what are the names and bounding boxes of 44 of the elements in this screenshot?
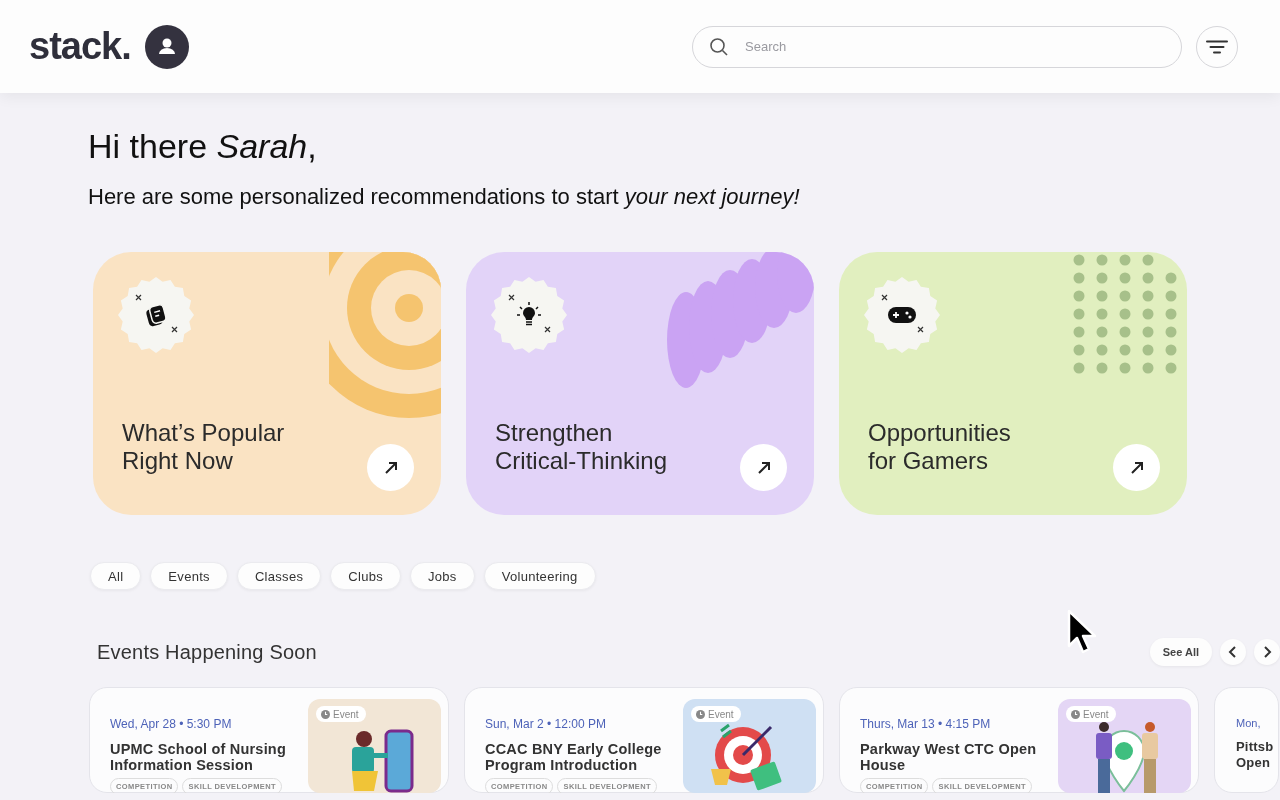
event-card[interactable]: Mon, Pittsb Open — [1214, 687, 1279, 793]
event-title: CCAC BNY Early College Program Introduction — [485, 741, 663, 773]
logo: stack. — [29, 25, 131, 68]
recommendation-title: What’s Popular Right Now — [122, 419, 285, 475]
filter-chip[interactable]: Jobs — [410, 562, 475, 590]
chevron-right-icon — [1262, 646, 1272, 658]
filter-chip[interactable]: Clubs — [330, 562, 401, 590]
event-badge: Event — [1066, 706, 1116, 722]
recommendation-card[interactable]: What’s Popular Right Now — [93, 252, 441, 515]
greeting-heading: Hi there Sarah, — [88, 127, 318, 166]
event-date: Mon, — [1236, 717, 1262, 729]
cards-icon — [118, 277, 194, 353]
see-all-button[interactable]: See All — [1149, 638, 1212, 666]
open-button[interactable] — [740, 444, 787, 491]
search-icon — [709, 36, 729, 57]
recommendation-title: Opportunities for Gamers — [868, 419, 1011, 475]
recommendation-title: Strengthen Critical-Thinking — [495, 419, 668, 475]
filter-chip[interactable]: Classes — [236, 562, 322, 590]
event-date: Sun, Mar 2 • 12:00 PM — [485, 717, 607, 731]
recommendation-card[interactable]: Opportunities for Gamers — [839, 252, 1187, 515]
event-title: Pittsb Open — [1236, 739, 1275, 771]
next-button[interactable] — [1254, 639, 1280, 665]
filter-button[interactable] — [1196, 25, 1238, 68]
chevron-left-icon — [1228, 646, 1238, 658]
filter-chip[interactable]: All — [90, 562, 142, 590]
filter-chip[interactable]: Events — [150, 562, 228, 590]
event-title: Parkway West CTC Open House — [860, 741, 1038, 773]
open-button[interactable] — [367, 444, 414, 491]
section-heading: Events Happening Soon — [97, 640, 318, 664]
filter-icon — [1206, 39, 1228, 54]
event-badge: Event — [691, 706, 741, 722]
event-date: Thurs, Mar 13 • 4:15 PM — [860, 717, 992, 731]
search-field[interactable]: Search — [692, 25, 1182, 68]
greeting-subtitle: Here are some personalized recommendations to start your next journey! — [88, 184, 801, 210]
event-badge: Event — [316, 706, 366, 722]
event-date: Wed, Apr 28 • 5:30 PM — [110, 717, 233, 731]
previous-button[interactable] — [1220, 639, 1246, 665]
filter-chip[interactable]: Volunteering — [483, 562, 596, 590]
event-title: UPMC School of Nursing Information Session — [110, 741, 287, 773]
gamepad-icon — [864, 277, 940, 353]
lightbulb-icon — [491, 277, 567, 353]
avatar-icon[interactable] — [144, 24, 189, 69]
recommendation-card[interactable]: Strengthen Critical-Thinking — [466, 252, 814, 515]
open-button[interactable] — [1113, 444, 1160, 491]
